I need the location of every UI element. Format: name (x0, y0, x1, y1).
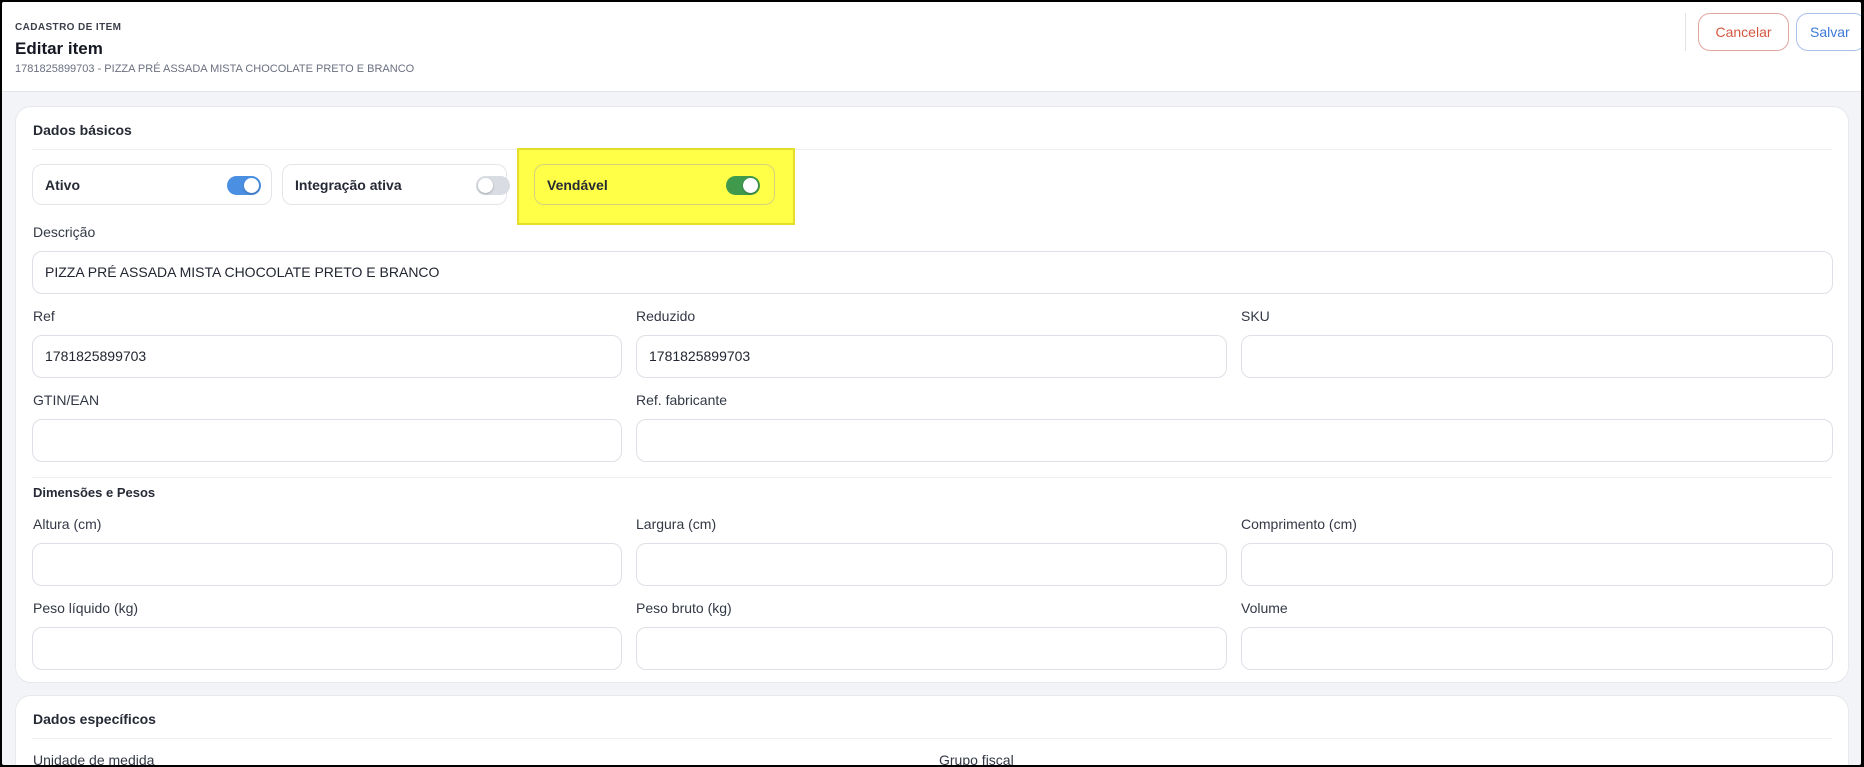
largura-input[interactable] (636, 543, 1227, 586)
toggle-label-integracao: Integração ativa (295, 177, 402, 193)
section-title-specific: Dados específicos (33, 711, 156, 727)
reduzido-input[interactable]: 1781825899703 (636, 335, 1227, 378)
toggle-ativo[interactable]: Ativo (32, 164, 272, 205)
ref-fabricante-label: Ref. fabricante (636, 392, 728, 408)
peso-liquido-label: Peso líquido (kg) (33, 600, 139, 616)
section-title-basic: Dados básicos (33, 122, 132, 138)
section-divider (32, 149, 1832, 150)
specific-data-card: Dados específicos Unidade de medida Grup… (15, 695, 1849, 765)
grupo-fiscal-label: Grupo fiscal (939, 752, 1014, 765)
basic-data-card: Dados básicos Ativo Integração ativa Ven… (15, 106, 1849, 683)
breadcrumb: CADASTRO DE ITEM (15, 22, 122, 33)
header-divider (1685, 13, 1686, 51)
gtin-label: GTIN/EAN (33, 392, 100, 408)
section-divider (32, 477, 1832, 478)
app-frame: CADASTRO DE ITEM Editar item 17818258997… (2, 2, 1861, 765)
ref-label: Ref (33, 308, 55, 324)
ref-fabricante-input[interactable] (636, 419, 1833, 462)
volume-label: Volume (1241, 600, 1288, 616)
sku-label: SKU (1241, 308, 1270, 324)
gtin-input[interactable] (32, 419, 622, 462)
sku-input[interactable] (1241, 335, 1833, 378)
ref-input[interactable]: 1781825899703 (32, 335, 622, 378)
cancel-button[interactable]: Cancelar (1698, 13, 1789, 51)
peso-bruto-input[interactable] (636, 627, 1227, 670)
toggle-label-vendavel: Vendável (547, 177, 608, 193)
section-title-dimensions: Dimensões e Pesos (33, 485, 156, 500)
toggle-vendavel[interactable]: Vendável (534, 164, 775, 205)
comprimento-input[interactable] (1241, 543, 1833, 586)
switch-knob (244, 178, 259, 193)
toggle-integracao-ativa[interactable]: Integração ativa (282, 164, 510, 205)
altura-label: Altura (cm) (33, 516, 102, 532)
page-title: Editar item (15, 39, 103, 58)
page-subtitle: 1781825899703 - PIZZA PRÉ ASSADA MISTA C… (15, 63, 415, 75)
ativo-switch[interactable] (227, 176, 261, 195)
page-header: CADASTRO DE ITEM Editar item 17818258997… (2, 2, 1861, 92)
reduzido-label: Reduzido (636, 308, 696, 324)
switch-knob (743, 178, 758, 193)
save-button[interactable]: Salvar (1796, 13, 1861, 51)
altura-input[interactable] (32, 543, 622, 586)
volume-input[interactable] (1241, 627, 1833, 670)
largura-label: Largura (cm) (636, 516, 717, 532)
switch-knob (478, 178, 493, 193)
peso-liquido-input[interactable] (32, 627, 622, 670)
descricao-label: Descrição (33, 224, 96, 240)
unidade-medida-label: Unidade de medida (33, 752, 155, 765)
comprimento-label: Comprimento (cm) (1241, 516, 1357, 532)
toggle-label-ativo: Ativo (45, 177, 80, 193)
peso-bruto-label: Peso bruto (kg) (636, 600, 732, 616)
integracao-switch[interactable] (476, 176, 510, 195)
section-divider (32, 738, 1832, 739)
vendavel-switch[interactable] (726, 176, 760, 195)
descricao-input[interactable]: PIZZA PRÉ ASSADA MISTA CHOCOLATE PRETO E… (32, 251, 1833, 294)
